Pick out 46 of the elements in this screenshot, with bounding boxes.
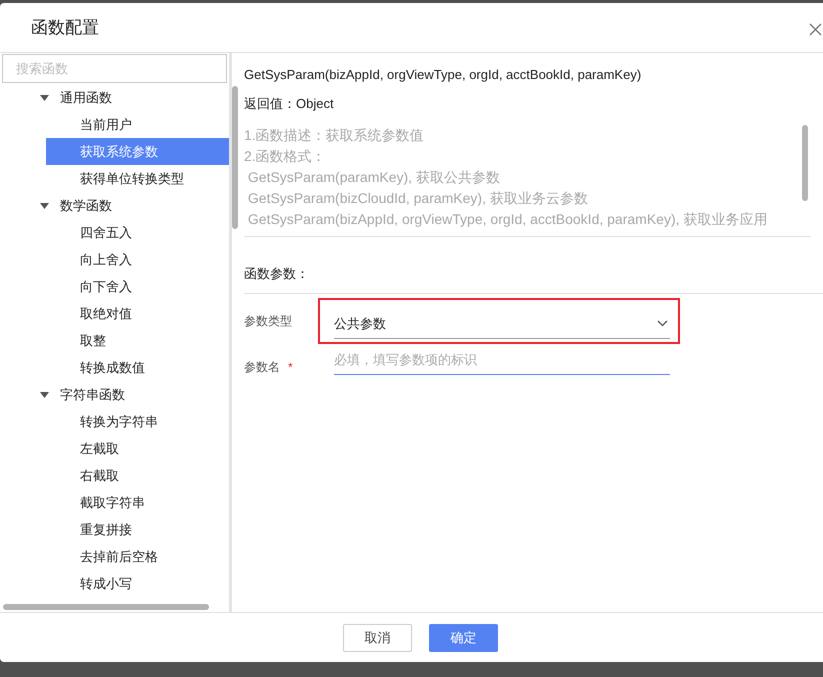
function-signature: GetSysParam(bizAppId, orgViewType, orgId, acctBookId, paramKey) [244, 66, 642, 84]
tree-item[interactable]: 转成小写 [46, 570, 229, 597]
return-value: 返回值：Object [244, 94, 335, 113]
description-line: GetSysParam(bizCloudId, paramKey), 获取业务云参数 [246, 189, 589, 208]
tree-item[interactable]: 向下舍入 [46, 273, 229, 300]
tree-item[interactable]: 当前用户 [46, 111, 229, 138]
tree-item[interactable]: 取整 [46, 327, 229, 354]
tree-item[interactable]: 重复拼接 [46, 516, 229, 543]
scrollbar[interactable] [232, 86, 238, 229]
tree-group[interactable]: 通用函数 [0, 84, 229, 111]
scrollbar[interactable] [802, 125, 808, 201]
search-field[interactable]: 搜索函数 [2, 54, 227, 83]
caret-icon [40, 94, 49, 100]
dialog-title: 函数配置 [31, 16, 99, 39]
tree-item[interactable]: 截取字符串 [46, 489, 229, 516]
chevron-down-icon [657, 320, 668, 327]
tree-item[interactable]: 获取系统参数 [46, 138, 229, 165]
description-line: 2.函数格式： [244, 147, 327, 166]
caret-icon [40, 392, 49, 398]
tree-item[interactable]: 获得单位转换类型 [46, 165, 229, 192]
tree-item[interactable]: 取绝对值 [46, 300, 229, 327]
description-line: GetSysParam(bizAppId, orgViewType, orgId, acctBookId, paramKey), 获取业务应用 [246, 210, 768, 229]
description-line: 1.函数描述：获取系统参数值 [244, 126, 425, 145]
close-icon[interactable] [809, 23, 822, 36]
tree-item[interactable]: 向上舍入 [46, 246, 229, 273]
field-label: 参数名 [244, 359, 280, 376]
tree-group[interactable]: 字符串函数 [0, 381, 229, 408]
tree-item[interactable]: 左截取 [46, 435, 229, 462]
section-title: 函数参数： [244, 264, 309, 282]
tree-item[interactable]: 四舍五入 [46, 219, 229, 246]
tree-item[interactable]: 转换为字符串 [46, 408, 229, 435]
tree-item[interactable]: 去掉前后空格 [46, 543, 229, 570]
scrollbar[interactable] [3, 604, 209, 610]
field-label: 参数类型 [244, 313, 292, 330]
required-mark: * [288, 359, 293, 376]
tree-item[interactable]: 右截取 [46, 462, 229, 489]
tree-item[interactable]: 转换成数值 [46, 354, 229, 381]
input-field[interactable]: 必填，填写参数项的标识 [334, 345, 670, 375]
tree-group-label: 字符串函数 [60, 386, 125, 404]
caret-icon [40, 202, 49, 208]
cancel-button[interactable]: 取消 [343, 624, 412, 652]
tree-group-label: 通用函数 [60, 88, 112, 107]
tree-group[interactable]: 数学函数 [0, 192, 229, 219]
description-line: GetSysParam(paramKey), 获取公共参数 [246, 168, 501, 187]
confirm-button[interactable]: 确定 [429, 624, 498, 652]
tree-group-label: 数学函数 [60, 196, 112, 215]
